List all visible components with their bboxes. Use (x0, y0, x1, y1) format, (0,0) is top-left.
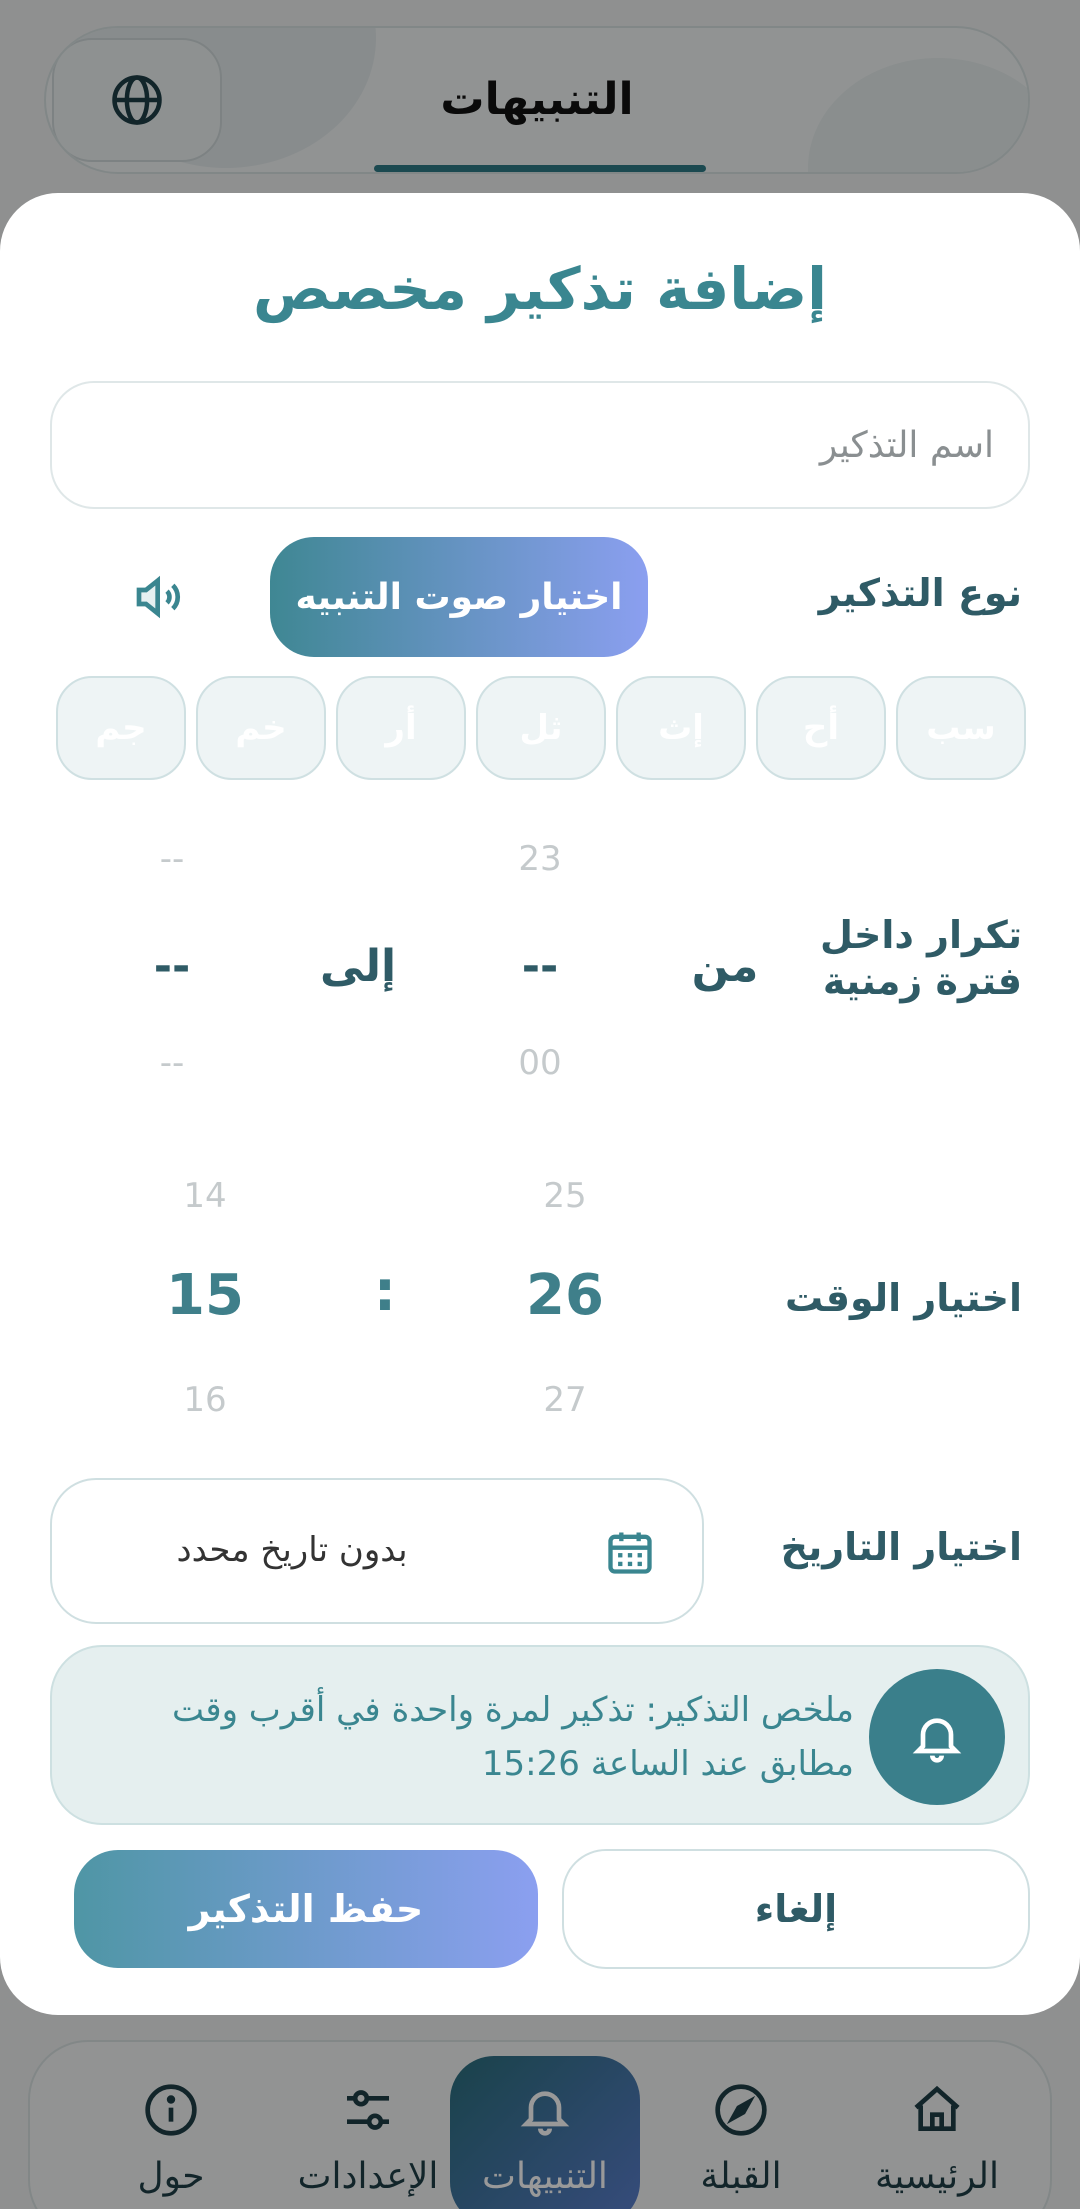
day-chip-tue[interactable]: ثل (476, 676, 606, 780)
time-separator: : (373, 1259, 397, 1324)
cancel-button[interactable]: إلغاء (562, 1849, 1030, 1969)
choose-sound-button[interactable]: اختيار صوت التنبيه (270, 537, 648, 657)
day-chip-sat[interactable]: سب (896, 676, 1026, 780)
from-wheel-prev[interactable]: 23 (490, 839, 590, 879)
day-chip-fri[interactable]: جم (56, 676, 186, 780)
to-label: إلى (319, 941, 397, 992)
summary-line: ملخص التذكير: تذكير لمرة واحدة في أقرب و… (171, 1690, 854, 1730)
reminder-name-input[interactable] (50, 381, 1030, 509)
modal-title: إضافة تذكير مخصص (253, 255, 827, 323)
minute-wheel-next[interactable]: 27 (515, 1380, 615, 1420)
hour-wheel-next[interactable]: 16 (155, 1380, 255, 1420)
repeat-label-line: فترة زمنية (822, 958, 1022, 1003)
from-label: من (691, 941, 759, 992)
time-picker-label: اختيار الوقت (784, 1276, 1022, 1320)
save-reminder-button[interactable]: حفظ التذكير (74, 1850, 538, 1968)
day-chip-mon[interactable]: إث (616, 676, 746, 780)
calendar-icon (608, 1532, 652, 1574)
to-wheel-value[interactable]: -- (122, 941, 222, 992)
to-wheel-next[interactable]: -- (122, 1043, 222, 1083)
speaker-icon[interactable] (132, 569, 188, 625)
day-chip-wed[interactable]: أر (336, 676, 466, 780)
reminder-type-label: نوع التذكير (818, 571, 1022, 615)
summary-bell (869, 1669, 1005, 1805)
add-reminder-modal: إضافة تذكير مخصص نوع التذكير اختيار صوت … (0, 193, 1080, 2015)
hour-wheel-prev[interactable]: 14 (155, 1176, 255, 1216)
date-picker-label: اختيار التاريخ (780, 1525, 1022, 1569)
from-wheel-value[interactable]: -- (490, 941, 590, 992)
to-wheel-prev[interactable]: -- (122, 839, 222, 879)
from-wheel-next[interactable]: 00 (490, 1043, 590, 1083)
summary-text: ملخص التذكير: تذكير لمرة واحدة في أقرب و… (94, 1683, 854, 1791)
repeat-label-line: تكرار داخل (820, 913, 1022, 957)
summary-line: مطابق عند الساعة 15:26 (481, 1744, 854, 1784)
minute-wheel-prev[interactable]: 25 (515, 1176, 615, 1216)
day-chip-thu[interactable]: خم (196, 676, 326, 780)
day-chip-sun[interactable]: أح (756, 676, 886, 780)
repeat-range-label: تكرار داخل فترة زمنية (820, 913, 1022, 1004)
date-picker-field[interactable]: بدون تاريخ محدد (50, 1478, 704, 1624)
bell-icon (912, 1718, 962, 1763)
reminder-summary: ملخص التذكير: تذكير لمرة واحدة في أقرب و… (50, 1645, 1030, 1825)
minute-wheel-value[interactable]: 26 (505, 1263, 625, 1328)
hour-wheel-value[interactable]: 15 (145, 1263, 265, 1328)
date-value: بدون تاريخ محدد (176, 1530, 408, 1570)
